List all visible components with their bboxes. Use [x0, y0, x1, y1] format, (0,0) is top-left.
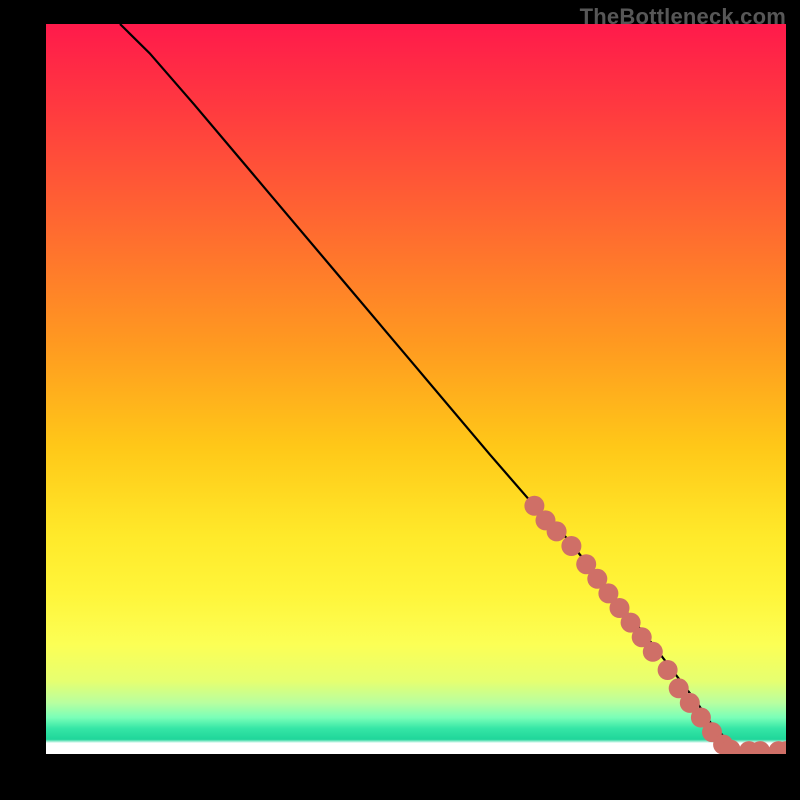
data-point	[658, 660, 678, 680]
plot-area	[46, 24, 786, 754]
chart-frame: TheBottleneck.com	[0, 0, 800, 800]
watermark-text: TheBottleneck.com	[580, 4, 786, 30]
data-point	[561, 536, 581, 556]
highlighted-dots	[524, 496, 786, 754]
data-point	[643, 642, 663, 662]
bottleneck-curve	[120, 24, 786, 754]
curve-layer	[46, 24, 786, 754]
data-point	[547, 521, 567, 541]
